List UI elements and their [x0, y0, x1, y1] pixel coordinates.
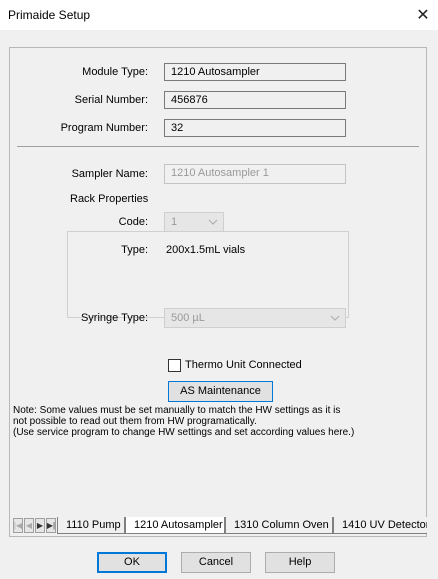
note-line: Note: Some values must be set manually t… [13, 405, 341, 416]
rack-properties-legend: Rack Properties [68, 193, 151, 205]
title-bar: Primaide Setup ✕ [0, 0, 438, 30]
close-button[interactable]: ✕ [408, 0, 438, 30]
cancel-button[interactable]: Cancel [181, 552, 251, 573]
serial-number-label: Serial Number: [74, 94, 148, 106]
program-number-field: 32 [164, 119, 346, 137]
serial-number-field: 456876 [164, 91, 346, 109]
setup-panel: Module Type: 1210 Autosampler Serial Num… [9, 47, 427, 537]
rack-type-label: Type: [121, 244, 148, 256]
tab-1310-column-oven[interactable]: 1310 Column Oven [225, 517, 333, 534]
tab-1210-autosampler[interactable]: 1210 Autosampler [125, 517, 225, 534]
syringe-type-label: Syringe Type: [80, 312, 148, 324]
help-button[interactable]: Help [265, 552, 335, 573]
last-tab-icon[interactable]: ▶| [46, 518, 56, 533]
sampler-name-input[interactable]: 1210 Autosampler 1 [164, 164, 346, 184]
syringe-type-select[interactable]: 500 µL [164, 308, 346, 328]
module-tabstrip: |◀ ◀ ▶ ▶| 1110 Pump 1210 Autosampler 131… [13, 516, 427, 535]
tab-1110-pump[interactable]: 1110 Pump [57, 517, 125, 534]
rack-code-select[interactable]: 1 [164, 212, 224, 232]
module-type-field: 1210 Autosampler [164, 63, 346, 81]
next-tab-icon[interactable]: ▶ [35, 518, 45, 533]
first-tab-icon[interactable]: |◀ [13, 518, 23, 533]
tab-1410-uv-detector[interactable]: 1410 UV Detector [333, 517, 427, 534]
window-title: Primaide Setup [8, 8, 91, 22]
separator [17, 146, 419, 147]
note-line: not possible to read out them from HW pr… [13, 416, 257, 427]
prev-tab-icon[interactable]: ◀ [24, 518, 34, 533]
program-number-label: Program Number: [60, 122, 148, 134]
thermo-unit-label: Thermo Unit Connected [185, 359, 302, 371]
tab-nav: |◀ ◀ ▶ ▶| [13, 518, 57, 533]
rack-code-label: Code: [118, 216, 148, 228]
ok-button[interactable]: OK [97, 552, 167, 573]
chevron-down-icon [208, 219, 218, 225]
rack-type-value: 200x1.5mL vials [166, 244, 246, 256]
chevron-down-icon [330, 315, 340, 321]
close-icon: ✕ [416, 7, 430, 24]
as-maintenance-button[interactable]: AS Maintenance [168, 381, 273, 402]
module-type-label: Module Type: [82, 66, 148, 78]
thermo-unit-checkbox[interactable] [168, 359, 181, 372]
dialog-body: Module Type: 1210 Autosampler Serial Num… [0, 30, 438, 579]
note-line: (Use service program to change HW settin… [13, 427, 355, 438]
note-text: Note: Some values must be set manually t… [13, 405, 423, 438]
sampler-name-label: Sampler Name: [71, 168, 148, 180]
